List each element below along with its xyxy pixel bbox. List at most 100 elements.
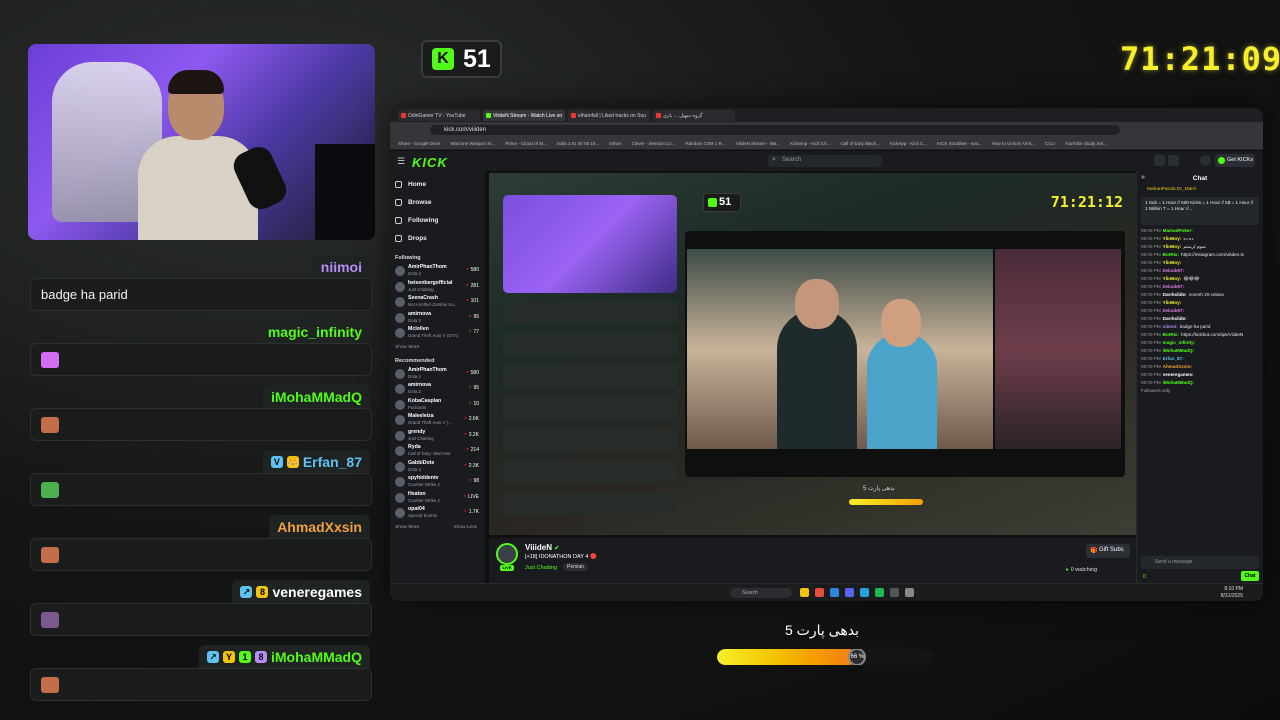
bookmark-link[interactable]: Share - Google Drive xyxy=(398,141,440,146)
bookmark-link[interactable]: bulla 1 01 50 50 10... xyxy=(557,141,599,146)
channel-item[interactable]: MaleeleizaGrand Theft Auto V (...2.6K xyxy=(395,413,485,429)
browser-tab[interactable]: elhamfall | Liked tracks on Sou xyxy=(568,109,650,121)
inbox-icon[interactable] xyxy=(1168,155,1179,166)
chat-user[interactable]: YlinBoy: xyxy=(1163,244,1182,249)
channel-item[interactable]: RydaCall of Duty: Warzone214 xyxy=(395,444,485,460)
bookmark-link[interactable]: Call of Duty Black... xyxy=(840,141,879,146)
stream-category[interactable]: Just Chatting xyxy=(525,565,557,571)
edge-icon[interactable] xyxy=(830,588,839,597)
discord-icon[interactable] xyxy=(845,588,854,597)
chat-user[interactable]: iMohaMMadQ: xyxy=(1163,348,1194,353)
taskbar-apps xyxy=(800,588,914,597)
spotify-icon[interactable] xyxy=(875,588,884,597)
channel-item[interactable]: grendyJust Chatting3.2K xyxy=(395,429,485,445)
chat-user[interactable]: iMohaMMadQ: xyxy=(1163,380,1194,385)
chat-user[interactable]: veneregames: xyxy=(1163,372,1194,377)
show-more-link[interactable]: Show More xyxy=(395,525,419,530)
channel-name[interactable]: ViiideN ✔ xyxy=(525,543,560,552)
kick-wordmark[interactable]: KICK xyxy=(412,155,448,170)
avatar[interactable] xyxy=(1200,155,1211,166)
chat-user[interactable]: YlinBoy: xyxy=(1163,236,1182,241)
obs-icon[interactable] xyxy=(890,588,899,597)
chat-user[interactable]: BotRix: xyxy=(1163,332,1179,337)
settings-icon[interactable] xyxy=(905,588,914,597)
channel-item[interactable]: AmirPhanThomDota 2580 xyxy=(395,367,485,383)
chat-line: 08:08 PM YlinBoy: xyxy=(1137,259,1263,267)
channel-item[interactable]: HeatonCounter-Strike 2LIVE xyxy=(395,491,485,507)
channel-item[interactable]: KobaCasplanPodcasts10 xyxy=(395,398,485,414)
video-player[interactable]: 51 71:21:12 بدهی پارت 5 xyxy=(489,173,1137,535)
browser-tab[interactable]: گروه سهیل ... بازی xyxy=(653,109,735,121)
chat-user[interactable]: Darrkslide: xyxy=(1163,316,1187,321)
chat-timestamp: 08:08 PM xyxy=(1141,244,1161,249)
chat-timestamp: 08:09 PM xyxy=(1141,356,1161,361)
sidebar-item-home[interactable]: Home xyxy=(395,175,485,193)
channel-item[interactable]: spyhiddentvCounter-Strike 298 xyxy=(395,475,485,491)
channel-item[interactable]: MclollenGrand Theft Auto V (GTA)77 xyxy=(395,326,485,342)
show-more-link[interactable]: Show More xyxy=(395,345,419,350)
stream-tag[interactable]: Persian xyxy=(563,563,588,571)
menu-icon[interactable]: ☰ xyxy=(397,156,405,167)
browser-tab[interactable]: ViiideN Stream - Watch Live on xyxy=(483,109,565,121)
channel-avatar xyxy=(395,430,405,441)
get-kicks-button[interactable]: Get KICKs xyxy=(1215,154,1255,167)
bookmark-link[interactable]: KickApp - Kick C... xyxy=(890,141,927,146)
bookmark-link[interactable]: YouTube Study Set... xyxy=(1065,141,1107,146)
notifications-icon[interactable] xyxy=(1154,155,1165,166)
chat-line: 08:09 PM iMohaMMadQ: xyxy=(1137,347,1263,355)
channel-item[interactable]: AmirPhanThomDota 2580 xyxy=(395,264,485,280)
sidebar-item-browse[interactable]: Browse xyxy=(395,193,485,211)
bookmark-link[interactable]: mthon xyxy=(609,141,622,146)
chat-text: شوم لرستم xyxy=(1183,244,1206,249)
chat-user[interactable]: Zeinab97: xyxy=(1163,268,1184,273)
bookmark-link[interactable]: How to Unlock All N... xyxy=(992,141,1035,146)
bookmark-link[interactable]: KICK Scrubber - war... xyxy=(937,141,982,146)
chrome-icon[interactable] xyxy=(815,588,824,597)
chat-user[interactable]: Zeinab97: xyxy=(1163,308,1184,313)
channel-viewers: 77 xyxy=(469,328,479,335)
channel-item[interactable]: opat04Special Events1.7K xyxy=(395,506,485,522)
chat-send-button[interactable]: Chat xyxy=(1241,571,1259,581)
tab-title: ViiideN Stream - Watch Live on xyxy=(493,112,563,119)
chat-user[interactable]: Zeinab97: xyxy=(1163,284,1184,289)
show-less-link[interactable]: Show Less xyxy=(454,525,477,530)
chat-input[interactable]: Send a message xyxy=(1141,556,1259,569)
channel-item[interactable]: GabbiDotsDota 22.3K xyxy=(395,460,485,476)
url-field[interactable]: kick.com/viiiden xyxy=(430,125,1120,135)
chat-user[interactable]: YlinBoy: xyxy=(1163,276,1182,281)
chat-user[interactable]: niimoi: xyxy=(1163,324,1178,329)
bookmark-link[interactable]: Kickemp - Kick Ch... xyxy=(790,141,831,146)
channel-avatar[interactable] xyxy=(496,543,518,565)
gift-subs-button[interactable]: 🎁 Gift Subs xyxy=(1086,544,1130,558)
sidebar-item-following[interactable]: Following xyxy=(395,211,485,229)
kick-points: 0 xyxy=(1143,574,1146,580)
telegram-icon[interactable] xyxy=(860,588,869,597)
chat-user[interactable]: MamadPoker: xyxy=(1163,228,1193,233)
taskbar-search[interactable]: Search xyxy=(730,588,792,598)
file-explorer-icon[interactable] xyxy=(800,588,809,597)
chat-user[interactable]: AhmadXxsin: xyxy=(1163,364,1192,369)
bookmark-link[interactable]: Warzone Weapon St... xyxy=(450,141,495,146)
chat-user[interactable]: Darrkslide: xyxy=(1163,292,1187,297)
channel-item[interactable]: amirnovaDota 295 xyxy=(395,311,485,327)
chat-user[interactable]: BotRix: xyxy=(1163,252,1179,257)
search-input[interactable]: ⌕ Search xyxy=(768,155,882,167)
chat-user[interactable]: YlinBoy: xyxy=(1163,300,1182,305)
bookmark-link[interactable]: Clever - Session Co... xyxy=(632,141,676,146)
show-more-following[interactable]: Show More xyxy=(395,345,477,350)
channel-game: Dota 2 xyxy=(408,466,421,472)
chat-user[interactable]: YlinBoy: xyxy=(1163,260,1182,265)
bookmark-link[interactable]: Random CSM 1 R... xyxy=(685,141,725,146)
sidebar-item-label: Home xyxy=(408,180,427,188)
bookmark-link[interactable]: ViiideN Stream - Wa... xyxy=(736,141,780,146)
bookmark-link[interactable]: Prime - Cloud of St... xyxy=(505,141,547,146)
chat-user[interactable]: Erfan_87: xyxy=(1163,356,1184,361)
sidebar-item-drops[interactable]: Drops xyxy=(395,229,485,247)
browser-tab[interactable]: OdinGamer TV - YouTube xyxy=(398,109,480,121)
channel-item[interactable]: SeenaCrashNot Another Zombie Su...101 xyxy=(395,295,485,311)
collapse-chat-icon[interactable]: » xyxy=(1141,174,1145,181)
channel-item[interactable]: heisenbergofficialJust Chatting281 xyxy=(395,280,485,296)
channel-item[interactable]: amirnovaDota 295 xyxy=(395,382,485,398)
bookmark-link[interactable]: CCU xyxy=(1045,141,1055,146)
chat-user[interactable]: magic_infinity: xyxy=(1163,340,1195,345)
